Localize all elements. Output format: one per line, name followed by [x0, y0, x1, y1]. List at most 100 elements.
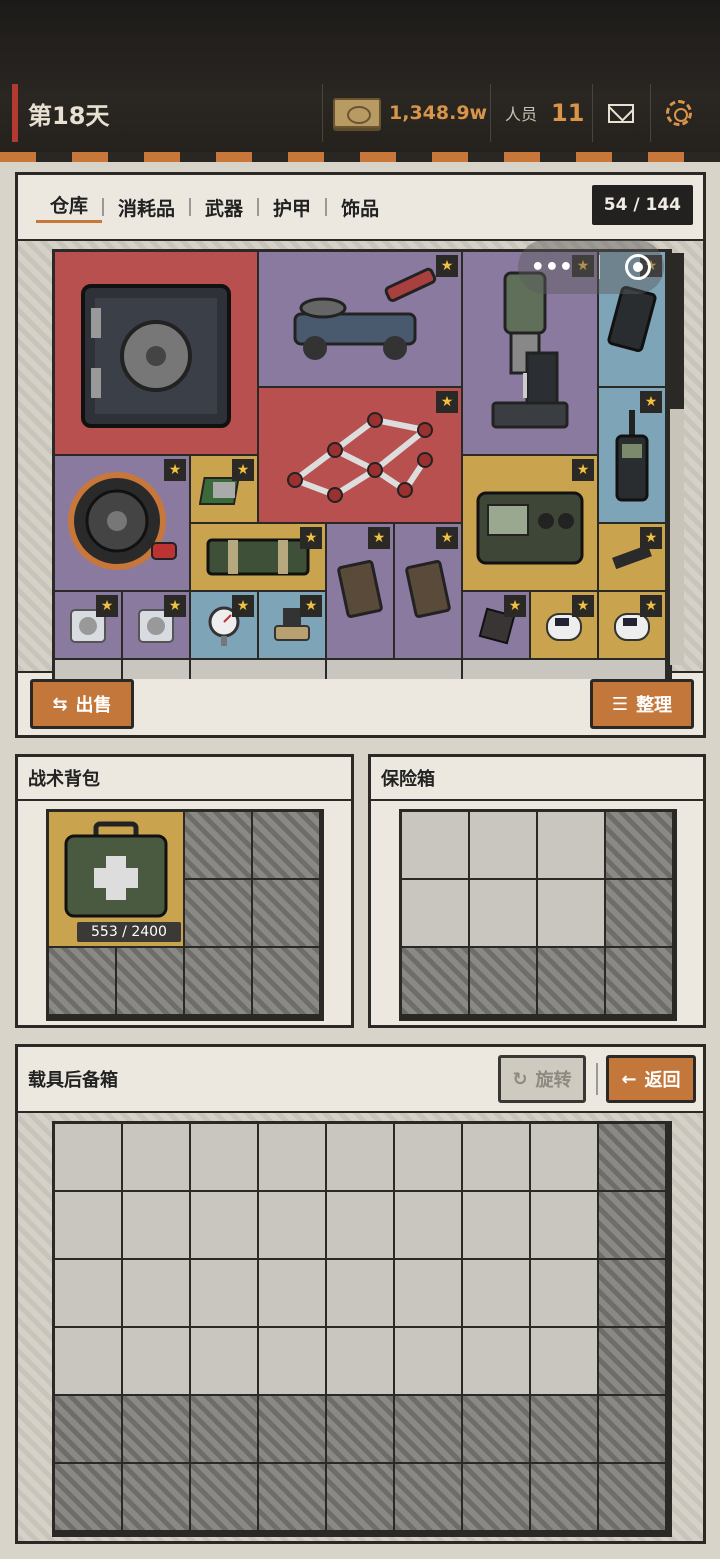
grid-cell[interactable] — [530, 1191, 598, 1259]
grid-cell[interactable] — [394, 1191, 462, 1259]
locked-cell — [184, 947, 252, 1015]
grid-cell[interactable] — [258, 1259, 326, 1327]
locked-cell — [462, 1395, 530, 1463]
money-display: 1,348.9w — [322, 84, 487, 142]
rotate-button[interactable]: ↻ 旋转 — [498, 1055, 586, 1103]
grid-cell[interactable] — [462, 1327, 530, 1395]
grid-cell[interactable] — [530, 1259, 598, 1327]
grid-cell[interactable] — [469, 879, 537, 947]
locked-cell — [190, 1463, 258, 1531]
tab-warehouse[interactable]: 仓库 — [36, 191, 103, 223]
grid-cell[interactable] — [537, 811, 605, 879]
item-pressure-gauge[interactable] — [190, 591, 258, 659]
locked-cell — [605, 811, 673, 879]
sort-button[interactable]: ☰ 整理 — [590, 679, 694, 729]
item-bearing-box-1[interactable] — [54, 591, 122, 659]
grid-cell[interactable] — [258, 1123, 326, 1191]
item-electronics-case[interactable] — [462, 455, 598, 591]
bearing-box-icon — [70, 609, 106, 643]
tab-weapons[interactable]: 武器 — [191, 194, 257, 221]
grid-cell[interactable] — [530, 1327, 598, 1395]
grid-cell[interactable] — [326, 659, 462, 679]
grid-cell[interactable] — [190, 1123, 258, 1191]
item-valve[interactable] — [258, 591, 326, 659]
warehouse-scrollbar[interactable] — [670, 253, 684, 665]
staff-label: 人员 — [505, 105, 538, 124]
locked-cell — [116, 947, 184, 1015]
item-safe-box[interactable] — [54, 251, 258, 455]
item-notebook-1[interactable] — [326, 523, 394, 659]
gear-icon — [665, 100, 692, 126]
tab-armor[interactable]: 护甲 — [259, 194, 325, 221]
grid-cell[interactable] — [122, 1327, 190, 1395]
grid-cell[interactable] — [394, 1123, 462, 1191]
grid-cell[interactable] — [326, 1191, 394, 1259]
locked-cell — [184, 879, 252, 947]
mail-button[interactable] — [592, 84, 648, 142]
grid-cell[interactable] — [54, 1123, 122, 1191]
grid-cell[interactable] — [122, 1191, 190, 1259]
pulse-oximeter-icon — [614, 613, 650, 641]
item-ammo-crate[interactable] — [190, 523, 326, 591]
tab-accessories[interactable]: 饰品 — [327, 194, 393, 221]
item-ssd[interactable] — [598, 523, 666, 591]
grid-cell[interactable] — [462, 659, 666, 679]
locked-cell — [598, 1395, 666, 1463]
electronics-case-icon — [476, 491, 584, 565]
grid-cell[interactable] — [537, 879, 605, 947]
grid-cell[interactable] — [122, 659, 190, 679]
grid-cell[interactable] — [54, 659, 122, 679]
item-walkie-talkie[interactable] — [598, 387, 666, 523]
grid-cell[interactable] — [394, 1327, 462, 1395]
grid-cell[interactable] — [258, 1327, 326, 1395]
grid-cell[interactable] — [190, 659, 326, 679]
item-pouch[interactable] — [462, 591, 530, 659]
grid-cell[interactable] — [530, 1123, 598, 1191]
item-pulse-oximeter-2[interactable] — [598, 591, 666, 659]
grid-cell[interactable] — [326, 1259, 394, 1327]
back-button[interactable]: ← 返回 — [606, 1055, 696, 1103]
grid-cell[interactable] — [190, 1259, 258, 1327]
grid-cell[interactable] — [326, 1123, 394, 1191]
item-metal-frame[interactable] — [258, 387, 462, 523]
grid-cell[interactable] — [122, 1259, 190, 1327]
medkit-icon — [64, 821, 168, 918]
sell-button[interactable]: ⇆ 出售 — [30, 679, 134, 729]
grid-cell[interactable] — [401, 879, 469, 947]
item-cpu-chip[interactable] — [190, 455, 258, 523]
grid-cell[interactable] — [190, 1191, 258, 1259]
floor-jack-icon — [293, 267, 437, 360]
tab-consumables[interactable]: 消耗品 — [104, 194, 189, 221]
grid-cell[interactable] — [469, 811, 537, 879]
item-medkit[interactable]: 553 / 2400 — [48, 811, 184, 947]
item-floor-jack[interactable] — [258, 251, 462, 387]
grid-cell[interactable] — [462, 1259, 530, 1327]
grid-cell[interactable] — [326, 1327, 394, 1395]
item-bearing-box-2[interactable] — [122, 591, 190, 659]
item-pulse-oximeter-1[interactable] — [530, 591, 598, 659]
close-icon — [625, 254, 652, 280]
grid-cell[interactable] — [54, 1191, 122, 1259]
grid-cell[interactable] — [401, 811, 469, 879]
day-counter: 第18天 — [12, 84, 109, 142]
grid-cell[interactable] — [54, 1259, 122, 1327]
mini-program-capsule[interactable]: ••• — [518, 240, 664, 294]
grid-cell[interactable] — [394, 1259, 462, 1327]
scrollbar-thumb[interactable] — [670, 253, 684, 409]
top-bar: 第18天 1,348.9w 人员 11 — [0, 0, 720, 162]
grid-cell[interactable] — [462, 1191, 530, 1259]
hazard-stripe — [0, 152, 720, 162]
bearing-box-icon — [138, 609, 174, 643]
sort-label: 整理 — [636, 695, 673, 716]
grid-cell[interactable] — [54, 1327, 122, 1395]
locked-cell — [54, 1395, 122, 1463]
locked-cell — [326, 1463, 394, 1531]
grid-cell[interactable] — [462, 1123, 530, 1191]
settings-button[interactable] — [650, 84, 706, 142]
grid-cell[interactable] — [258, 1191, 326, 1259]
item-cable-reel[interactable] — [54, 455, 190, 591]
locked-cell — [605, 947, 673, 1015]
grid-cell[interactable] — [122, 1123, 190, 1191]
item-notebook-2[interactable] — [394, 523, 462, 659]
grid-cell[interactable] — [190, 1327, 258, 1395]
